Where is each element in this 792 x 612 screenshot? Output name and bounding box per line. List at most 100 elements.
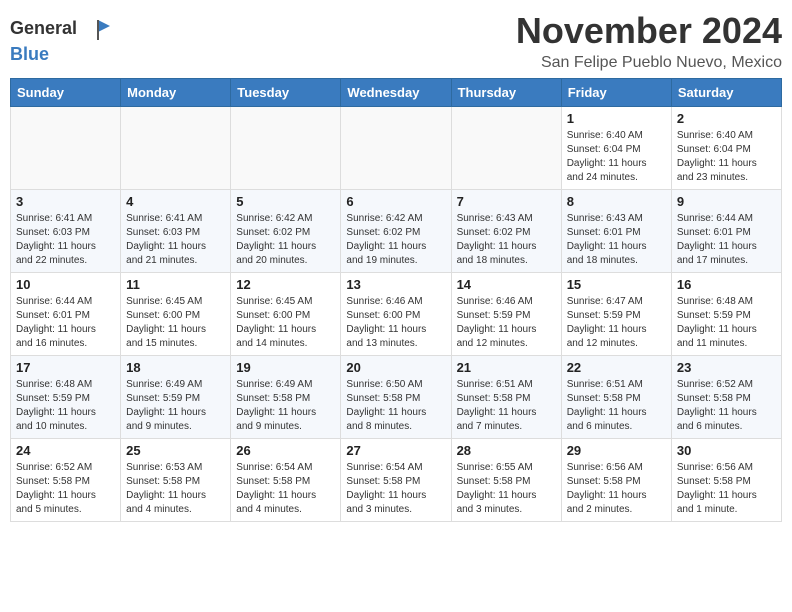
calendar-cell: 26 Sunrise: 6:54 AM Sunset: 5:58 PM Dayli… [231,439,341,522]
day-number: 3 [16,194,115,209]
weekday-header-friday: Friday [561,79,671,107]
calendar-cell: 28Sunrise: 6:55 AM Sunset: 5:58 PM Dayli… [451,439,561,522]
month-title: November 2024 [516,10,782,52]
calendar-cell: 19Sunrise: 6:49 AM Sunset: 5:58 PM Dayli… [231,356,341,439]
day-number: 13 [346,277,445,292]
weekday-header-monday: Monday [121,79,231,107]
calendar-cell: 8 Sunrise: 6:43 AM Sunset: 6:01 PM Daylig… [561,190,671,273]
calendar-cell: 23Sunrise: 6:52 AM Sunset: 5:58 PM Dayli… [671,356,781,439]
calendar-cell: 9Sunrise: 6:44 AM Sunset: 6:01 PM Daylig… [671,190,781,273]
day-info: Sunrise: 6:45 AM Sunset: 6:00 PM Dayligh… [126,295,225,351]
day-info: Sunrise: 6:53 AM Sunset: 5:58 PM Dayligh… [126,461,225,517]
calendar-cell: 21 Sunrise: 6:51 AM Sunset: 5:58 PM Dayli… [451,356,561,439]
day-info: Sunrise: 6:56 AM Sunset: 5:58 PM Dayligh… [567,461,666,517]
day-info: Sunrise: 6:49 AM Sunset: 5:58 PM Dayligh… [236,378,335,434]
day-number: 7 [457,194,556,209]
day-info: Sunrise: 6:54 AM Sunset: 5:58 PM Dayligh… [346,461,445,517]
calendar-cell [11,107,121,190]
calendar-cell: 7 Sunrise: 6:43 AM Sunset: 6:02 PM Daylig… [451,190,561,273]
day-number: 12 [236,277,335,292]
calendar-cell: 20Sunrise: 6:50 AM Sunset: 5:58 PM Dayli… [341,356,451,439]
day-number: 1 [567,111,666,126]
day-info: Sunrise: 6:42 AM Sunset: 6:02 PM Dayligh… [346,212,445,268]
day-number: 9 [677,194,776,209]
calendar-cell: 6 Sunrise: 6:42 AM Sunset: 6:02 PM Daylig… [341,190,451,273]
calendar-cell: 12 Sunrise: 6:45 AM Sunset: 6:00 PM Dayli… [231,273,341,356]
calendar-week-2: 3 Sunrise: 6:41 AM Sunset: 6:03 PM Daylig… [11,190,782,273]
day-info: Sunrise: 6:49 AM Sunset: 5:59 PM Dayligh… [126,378,225,434]
calendar-cell: 14 Sunrise: 6:46 AM Sunset: 5:59 PM Dayli… [451,273,561,356]
logo-flag-icon [84,16,112,44]
day-info: Sunrise: 6:46 AM Sunset: 6:00 PM Dayligh… [346,295,445,351]
day-info: Sunrise: 6:40 AM Sunset: 6:04 PM Dayligh… [567,129,666,185]
calendar-cell: 2Sunrise: 6:40 AM Sunset: 6:04 PM Daylig… [671,107,781,190]
day-number: 20 [346,360,445,375]
calendar-cell [231,107,341,190]
calendar-cell [341,107,451,190]
calendar-cell: 1 Sunrise: 6:40 AM Sunset: 6:04 PM Daylig… [561,107,671,190]
day-number: 5 [236,194,335,209]
day-info: Sunrise: 6:48 AM Sunset: 5:59 PM Dayligh… [677,295,776,351]
day-number: 8 [567,194,666,209]
calendar-cell [451,107,561,190]
calendar-cell: 24Sunrise: 6:52 AM Sunset: 5:58 PM Dayli… [11,439,121,522]
day-number: 30 [677,443,776,458]
logo: General Blue [10,16,112,65]
calendar-week-3: 10 Sunrise: 6:44 AM Sunset: 6:01 PM Dayli… [11,273,782,356]
weekday-header-thursday: Thursday [451,79,561,107]
day-info: Sunrise: 6:45 AM Sunset: 6:00 PM Dayligh… [236,295,335,351]
calendar-cell: 3 Sunrise: 6:41 AM Sunset: 6:03 PM Daylig… [11,190,121,273]
day-info: Sunrise: 6:43 AM Sunset: 6:02 PM Dayligh… [457,212,556,268]
day-info: Sunrise: 6:41 AM Sunset: 6:03 PM Dayligh… [16,212,115,268]
calendar-cell: 22 Sunrise: 6:51 AM Sunset: 5:58 PM Dayli… [561,356,671,439]
day-number: 10 [16,277,115,292]
day-info: Sunrise: 6:51 AM Sunset: 5:58 PM Dayligh… [457,378,556,434]
day-number: 21 [457,360,556,375]
calendar-cell: 16 Sunrise: 6:48 AM Sunset: 5:59 PM Dayli… [671,273,781,356]
calendar-cell: 13 Sunrise: 6:46 AM Sunset: 6:00 PM Dayli… [341,273,451,356]
day-info: Sunrise: 6:54 AM Sunset: 5:58 PM Dayligh… [236,461,335,517]
day-info: Sunrise: 6:40 AM Sunset: 6:04 PM Dayligh… [677,129,776,185]
calendar-cell: 5 Sunrise: 6:42 AM Sunset: 6:02 PM Daylig… [231,190,341,273]
day-number: 27 [346,443,445,458]
day-number: 26 [236,443,335,458]
calendar-cell: 18Sunrise: 6:49 AM Sunset: 5:59 PM Dayli… [121,356,231,439]
day-number: 16 [677,277,776,292]
weekday-header-wednesday: Wednesday [341,79,451,107]
calendar-cell: 27 Sunrise: 6:54 AM Sunset: 5:58 PM Dayli… [341,439,451,522]
day-info: Sunrise: 6:48 AM Sunset: 5:59 PM Dayligh… [16,378,115,434]
calendar-cell: 25 Sunrise: 6:53 AM Sunset: 5:58 PM Dayli… [121,439,231,522]
page-header: General Blue November 2024 San Felipe Pu… [10,10,782,72]
calendar-cell: 4Sunrise: 6:41 AM Sunset: 6:03 PM Daylig… [121,190,231,273]
day-info: Sunrise: 6:51 AM Sunset: 5:58 PM Dayligh… [567,378,666,434]
calendar-cell: 10 Sunrise: 6:44 AM Sunset: 6:01 PM Dayli… [11,273,121,356]
title-block: November 2024 San Felipe Pueblo Nuevo, M… [516,10,782,72]
day-number: 23 [677,360,776,375]
day-info: Sunrise: 6:41 AM Sunset: 6:03 PM Dayligh… [126,212,225,268]
day-info: Sunrise: 6:44 AM Sunset: 6:01 PM Dayligh… [16,295,115,351]
day-info: Sunrise: 6:47 AM Sunset: 5:59 PM Dayligh… [567,295,666,351]
day-number: 22 [567,360,666,375]
day-info: Sunrise: 6:42 AM Sunset: 6:02 PM Dayligh… [236,212,335,268]
weekday-header-sunday: Sunday [11,79,121,107]
day-info: Sunrise: 6:43 AM Sunset: 6:01 PM Dayligh… [567,212,666,268]
calendar-cell: 11Sunrise: 6:45 AM Sunset: 6:00 PM Dayli… [121,273,231,356]
day-number: 15 [567,277,666,292]
day-number: 28 [457,443,556,458]
calendar-cell: 29 Sunrise: 6:56 AM Sunset: 5:58 PM Dayli… [561,439,671,522]
weekday-header-saturday: Saturday [671,79,781,107]
calendar-week-4: 17Sunrise: 6:48 AM Sunset: 5:59 PM Dayli… [11,356,782,439]
calendar-header-row: SundayMondayTuesdayWednesdayThursdayFrid… [11,79,782,107]
logo-blue: Blue [10,44,112,65]
calendar-cell: 17Sunrise: 6:48 AM Sunset: 5:59 PM Dayli… [11,356,121,439]
day-number: 24 [16,443,115,458]
logo-general: General [10,18,77,38]
day-info: Sunrise: 6:56 AM Sunset: 5:58 PM Dayligh… [677,461,776,517]
day-number: 14 [457,277,556,292]
calendar-table: SundayMondayTuesdayWednesdayThursdayFrid… [10,78,782,522]
day-number: 25 [126,443,225,458]
day-number: 29 [567,443,666,458]
calendar-week-5: 24Sunrise: 6:52 AM Sunset: 5:58 PM Dayli… [11,439,782,522]
day-number: 6 [346,194,445,209]
day-info: Sunrise: 6:46 AM Sunset: 5:59 PM Dayligh… [457,295,556,351]
